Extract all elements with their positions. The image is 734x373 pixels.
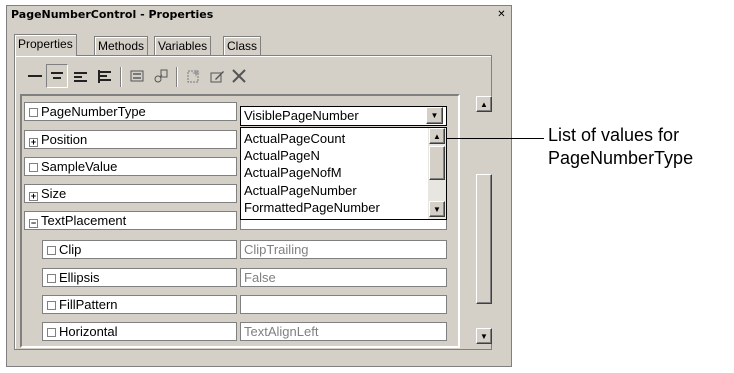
checkbox-icon xyxy=(47,274,56,283)
tab-methods[interactable]: Methods xyxy=(94,36,149,55)
property-name-cell[interactable]: FillPattern xyxy=(42,295,237,314)
dropdown-option[interactable]: ActualPageN xyxy=(244,148,320,164)
property-name-cell[interactable]: SampleValue xyxy=(24,157,237,176)
expand-icon[interactable]: + xyxy=(29,138,38,147)
tab-variables[interactable]: Variables xyxy=(154,36,212,55)
property-name-cell[interactable]: PageNumberType xyxy=(24,102,237,121)
callout-line-1: List of values for xyxy=(548,125,680,145)
align-left-icon[interactable] xyxy=(70,64,92,88)
new-icon[interactable] xyxy=(182,64,204,88)
window-title: PageNumberControl - Properties xyxy=(11,8,214,21)
toolbar-separator xyxy=(120,67,121,87)
link-icon[interactable] xyxy=(150,64,172,88)
property-name-cell[interactable]: + Position xyxy=(24,130,237,149)
dropdown-option[interactable]: ActualPageNofM xyxy=(244,165,342,181)
scroll-up-icon[interactable]: ▲ xyxy=(429,128,445,144)
chevron-down-icon[interactable]: ▼ xyxy=(426,107,443,124)
property-name-label: PageNumberType xyxy=(41,104,146,119)
property-name-cell[interactable]: Ellipsis xyxy=(42,268,237,287)
property-value-cell[interactable]: ClipTrailing xyxy=(240,240,447,259)
property-name-cell[interactable]: Horizontal xyxy=(42,322,237,341)
scroll-down-icon[interactable]: ▼ xyxy=(476,328,492,344)
property-name-cell[interactable]: Clip xyxy=(42,240,237,259)
property-name-label: Ellipsis xyxy=(59,270,100,285)
dropdown-scroll-thumb[interactable] xyxy=(429,146,445,180)
property-value-cell[interactable]: False xyxy=(240,268,447,287)
grid-scroll-thumb[interactable] xyxy=(476,174,492,304)
tab-properties[interactable]: Properties xyxy=(14,34,77,56)
value-dropdown-list: ActualPageCount ActualPageN ActualPageNo… xyxy=(240,127,447,220)
property-name-cell[interactable]: − TextPlacement xyxy=(24,211,237,230)
edit-icon[interactable] xyxy=(206,64,228,88)
dropdown-option[interactable]: ActualPageNumber xyxy=(244,183,357,199)
checkbox-icon xyxy=(47,301,56,310)
callout-line xyxy=(447,138,544,139)
delete-icon[interactable] xyxy=(228,64,250,88)
property-name-label: TextPlacement xyxy=(41,213,127,228)
property-name-label: Clip xyxy=(59,242,82,257)
dropdown-scrollbar[interactable]: ▲ ▼ xyxy=(428,128,446,219)
align-center-icon[interactable] xyxy=(46,64,68,88)
checkbox-icon xyxy=(29,163,38,172)
align-none-icon[interactable] xyxy=(24,64,46,88)
property-value-cell[interactable]: VisiblePageNumber xyxy=(240,106,447,126)
property-name-label: Size xyxy=(41,186,67,201)
property-value-cell[interactable] xyxy=(240,295,447,314)
property-name-label: SampleValue xyxy=(41,159,118,174)
callout-text: List of values for PageNumberType xyxy=(548,124,693,170)
property-value-cell[interactable]: TextAlignLeft xyxy=(240,322,447,341)
expand-icon[interactable]: + xyxy=(29,192,38,201)
property-name-label: Horizontal xyxy=(59,324,118,339)
align-justify-icon[interactable] xyxy=(94,64,116,88)
collapse-icon[interactable]: − xyxy=(29,219,38,228)
dropdown-option[interactable]: ActualPageCount xyxy=(244,131,345,147)
checkbox-icon xyxy=(29,108,38,117)
toolbar-separator xyxy=(176,67,177,87)
tab-class[interactable]: Class xyxy=(223,36,262,55)
callout-line-2: PageNumberType xyxy=(548,148,694,168)
dropdown-option[interactable]: FormattedPageNumber xyxy=(244,200,380,216)
property-name-label: FillPattern xyxy=(59,297,118,312)
close-icon[interactable]: ✕ xyxy=(496,9,507,20)
scroll-down-icon[interactable]: ▼ xyxy=(429,201,445,217)
checkbox-icon xyxy=(47,246,56,255)
property-name-label: Position xyxy=(41,132,88,147)
form-icon[interactable] xyxy=(126,64,148,88)
checkbox-icon xyxy=(47,328,56,337)
grid-scrollbar[interactable]: ▲ ▼ xyxy=(474,96,494,344)
scroll-up-icon[interactable]: ▲ xyxy=(476,96,492,112)
property-name-cell[interactable]: + Size xyxy=(24,184,237,203)
